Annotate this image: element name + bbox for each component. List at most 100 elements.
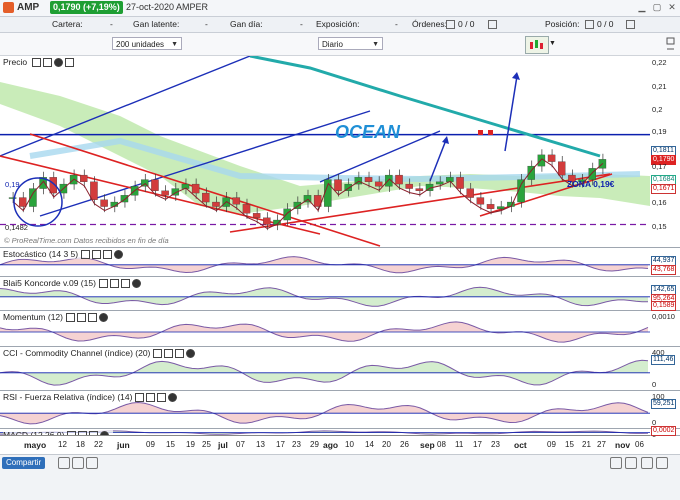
indicator-pane[interactable]: Estocástico (14 3 5) — [0, 248, 650, 277]
x-day-label: 15 — [565, 440, 574, 449]
level-annotation: 0,19 — [5, 180, 20, 189]
window-icon[interactable] — [77, 313, 86, 323]
y-tick: 0,2 — [652, 105, 663, 114]
indicator-y-axis[interactable]: 0,0010 — [650, 311, 680, 347]
pane-tools[interactable] — [153, 348, 197, 359]
wrench-icon[interactable] — [32, 58, 42, 68]
candle-body — [263, 217, 271, 225]
tool-icon[interactable] — [72, 457, 84, 469]
x-day-label: 09 — [146, 440, 155, 449]
candle-body — [19, 197, 27, 207]
indicator-tag: 0,0002 — [651, 426, 677, 436]
wrench-icon[interactable] — [135, 393, 145, 403]
indicator-label: RSI - Fuerza Relativa (índice) (14) — [3, 392, 182, 403]
price-chart-svg[interactable] — [0, 56, 650, 247]
chart-type-chevron-icon[interactable]: ▼ — [549, 40, 556, 47]
pane-tools[interactable] — [98, 278, 143, 289]
zoom-in-icon[interactable] — [610, 457, 622, 469]
cartera-label: Cartera: — [52, 19, 83, 29]
candle-body — [364, 177, 373, 182]
price-pane-label: Precio — [3, 57, 79, 68]
pane-tools[interactable] — [66, 312, 110, 323]
indicator-y-axis[interactable]: 400 0 111,46 — [650, 347, 680, 391]
indicator-tag: 0,1589 — [651, 301, 677, 311]
indicator-pane[interactable]: RSI - Fuerza Relativa (índice) (14) — [0, 391, 650, 429]
footer-bar: Compartir — [0, 454, 680, 500]
period-select-value: Diario — [322, 40, 343, 49]
posicion-toggle-icon[interactable] — [583, 19, 594, 30]
window-icon[interactable] — [92, 250, 102, 260]
gan-dia-value: - — [300, 19, 303, 29]
tool-icon[interactable] — [86, 457, 98, 469]
x-axis[interactable]: mayo 12 18 22 jun 09 15 19 25 jul 07 13 17 23 29 ago 10 1… — [0, 435, 650, 454]
x-day-label: 22 — [94, 440, 103, 449]
price-y-axis[interactable]: 0,22 0,21 0,2 0,19 0,1811 0,1790 0,17 0,… — [650, 56, 680, 248]
x-month-label: sep — [420, 440, 435, 450]
search-icon[interactable] — [641, 457, 653, 469]
indicator-pane[interactable]: Blai5 Koncorde v.09 (15) — [0, 277, 650, 311]
candle-body — [415, 188, 424, 191]
indicator-pane[interactable]: Momentum (12) — [0, 311, 650, 347]
maximize-icon[interactable]: ▢ — [651, 2, 663, 13]
window-icon[interactable] — [164, 349, 174, 359]
posicion-toggle-icon-2[interactable] — [624, 19, 635, 30]
close-pane-icon[interactable] — [114, 250, 124, 260]
x-month-label: nov — [615, 440, 631, 450]
zoom-out-icon[interactable] — [625, 457, 637, 469]
candle-body — [90, 181, 98, 200]
chart-type-icon[interactable] — [525, 36, 549, 54]
window-icon[interactable] — [157, 393, 167, 403]
y-tick: 0 — [652, 380, 657, 389]
share-button[interactable]: Compartir — [2, 457, 46, 469]
chevron-down-icon: ▼ — [171, 41, 178, 48]
period-select[interactable]: Diario ▼ — [318, 37, 383, 50]
wrench-icon[interactable] — [81, 250, 91, 260]
ordenes-toggle-icon-2[interactable] — [486, 19, 497, 30]
indicator-tag: 111,46 — [651, 355, 676, 365]
close-pane-icon[interactable] — [131, 279, 141, 289]
ocean-trendline — [249, 56, 601, 158]
pane-tools[interactable] — [81, 249, 125, 260]
pin-icon[interactable] — [65, 58, 75, 68]
indicator-pane[interactable]: CCI - Commodity Channel (índice) (20) — [0, 347, 650, 391]
minimize-icon[interactable]: ▁ — [636, 2, 648, 13]
symbol-label[interactable]: AMP — [17, 2, 39, 13]
window-icon[interactable] — [146, 393, 156, 403]
price-badge: 0,1790 (+7,19%) — [50, 1, 123, 14]
tool-icon[interactable] — [58, 457, 70, 469]
indicator-label: Blai5 Koncorde v.09 (15) — [3, 278, 145, 289]
indicator-y-axis[interactable]: 00,00130,0002 — [650, 426, 680, 439]
pane-tools[interactable] — [135, 392, 179, 403]
window-icon[interactable] — [103, 250, 113, 260]
y-tick: 0,15 — [652, 222, 667, 231]
close-pane-icon[interactable] — [186, 349, 196, 359]
ordenes-toggle-icon[interactable] — [444, 19, 455, 30]
gan-latente-value: - — [205, 19, 208, 29]
wrench-icon[interactable] — [98, 279, 108, 289]
window-icon[interactable] — [120, 279, 130, 289]
close-pane-icon[interactable] — [99, 313, 108, 323]
units-select[interactable]: 200 unidades ▼ — [112, 37, 182, 50]
price-pane[interactable]: Precio OCEAN ZONA 0,19€ 0,19 0,1482 © Pr… — [0, 56, 650, 248]
wrench-icon[interactable] — [66, 313, 75, 323]
window-icon[interactable] — [109, 279, 119, 289]
x-day-label: 23 — [292, 440, 301, 449]
window-icon[interactable] — [175, 349, 185, 359]
x-month-label: ago — [323, 440, 339, 450]
close-pane-icon[interactable] — [168, 393, 178, 403]
indicator-y-axis[interactable]: 100 0 59,251 — [650, 391, 680, 429]
side-tool-icons[interactable] — [652, 33, 680, 55]
indicator-label: Estocástico (14 3 5) — [3, 249, 128, 260]
pane-tools[interactable] — [32, 57, 76, 68]
indicator-y-axis[interactable]: 44,937 43,768 — [650, 248, 680, 277]
gear-icon[interactable] — [656, 457, 668, 469]
close-icon[interactable]: ✕ — [666, 2, 678, 13]
window-icon[interactable] — [43, 58, 53, 68]
x-day-label: 15 — [166, 440, 175, 449]
window-icon[interactable] — [88, 313, 97, 323]
wrench-icon[interactable] — [153, 349, 163, 359]
indicator-y-axis[interactable]: 142,65 95,264 0,1589 — [650, 277, 680, 311]
x-day-label: 06 — [635, 440, 644, 449]
y-tick: 0,17 — [652, 162, 667, 171]
close-pane-icon[interactable] — [54, 58, 64, 68]
